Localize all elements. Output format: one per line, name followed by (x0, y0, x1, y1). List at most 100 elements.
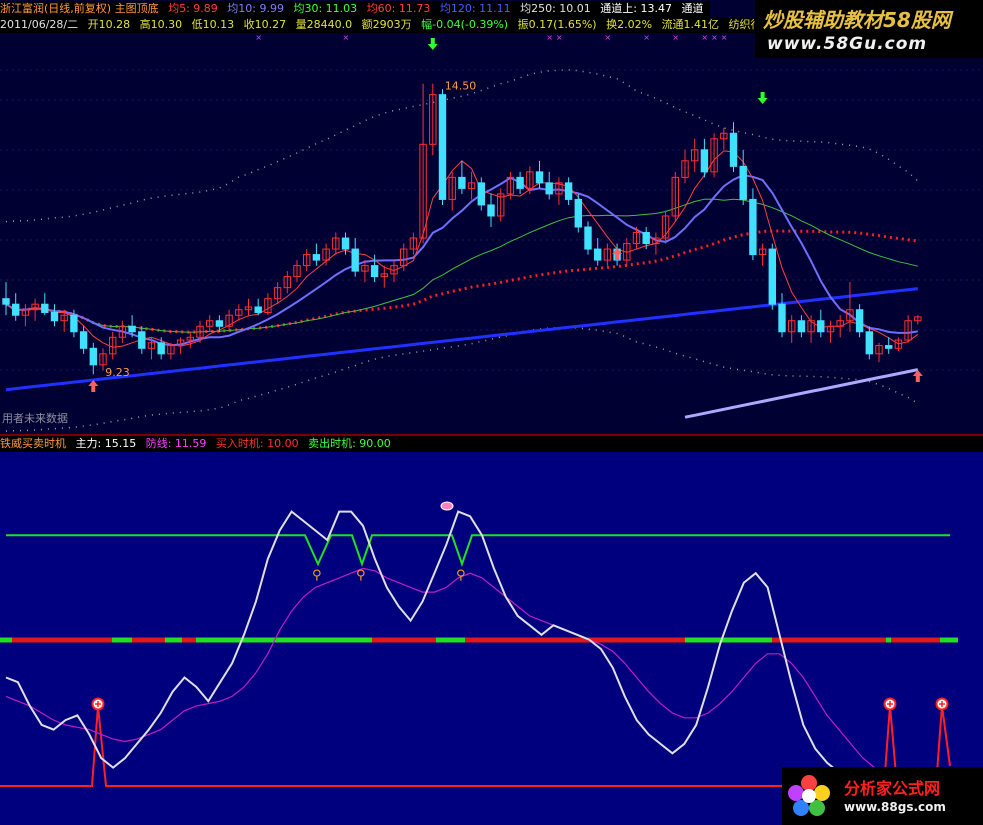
candle (206, 315, 214, 332)
running-figure-icon: ⚲ (456, 568, 466, 583)
indicator-name: 铁威买卖时机 (0, 437, 66, 450)
candle-body (12, 303, 20, 316)
signal-x-mark: × (711, 33, 718, 42)
candle (710, 133, 718, 178)
main-force-label: 主力: 15.15 (75, 437, 137, 450)
candle (778, 293, 786, 338)
signal-x-mark: × (343, 33, 350, 42)
candle (41, 293, 49, 316)
candle-body (50, 311, 59, 322)
candle-body (584, 226, 592, 250)
candle-body (312, 254, 321, 261)
candle (322, 243, 330, 266)
running-figure-icon: ⚲ (356, 568, 366, 583)
candle (2, 282, 10, 316)
ma250-label: 均250: 10.01 (520, 2, 591, 15)
buy-timing-label: 买入时机: 10.00 (215, 437, 299, 450)
candle-body (564, 182, 573, 200)
candle (458, 160, 466, 194)
candle (545, 171, 553, 200)
candle (31, 298, 39, 321)
running-figure-icon: ⚲ (312, 568, 322, 583)
candle-body (458, 176, 466, 189)
candle-body (370, 265, 379, 278)
candle (176, 337, 185, 354)
candle (768, 243, 776, 310)
candle (167, 342, 175, 360)
candle (826, 320, 835, 343)
channel-mid-label: 通道 (681, 2, 704, 15)
price-annotation: 14.50 (445, 80, 477, 93)
signal-x-mark: × (255, 33, 262, 42)
candlestick-chart: 14.509.23××××××××××× (0, 33, 983, 436)
candle (283, 271, 292, 294)
ma30-label: 均30: 11.03 (293, 2, 358, 15)
amount-value: 额2903万 (361, 18, 412, 31)
candle (564, 177, 573, 205)
candle (390, 260, 398, 283)
candle (914, 315, 922, 325)
main-chart-panel[interactable]: 14.509.23××××××××××× 用者未来数据 (0, 0, 983, 436)
candle (739, 149, 747, 205)
ma120-label: 均120: 11.11 (439, 2, 511, 15)
candle-body (70, 314, 78, 333)
candle-body (817, 320, 825, 333)
candle (729, 122, 738, 172)
candle-body (341, 237, 350, 250)
candle-body (516, 176, 524, 189)
candle-body (797, 320, 806, 333)
indicator-legend-bar: 铁威买卖时机 主力: 15.15 防线: 11.59 买入时机: 10.00 卖… (0, 436, 983, 452)
sell-arrow-icon (757, 92, 768, 104)
candle (691, 138, 699, 172)
turnover-value: 换2.02% (606, 18, 653, 31)
candle (12, 293, 20, 321)
candle-body (778, 303, 786, 333)
candle (487, 193, 495, 227)
float-cap-value: 流通1.41亿 (661, 18, 720, 31)
defense-label: 防线: 11.59 (145, 437, 207, 450)
candle (312, 243, 321, 266)
candle-body (128, 325, 136, 333)
candle (380, 265, 389, 288)
candle-body (729, 132, 738, 167)
sell-timing-label: 卖出时机: 90.00 (308, 437, 391, 450)
candle (467, 171, 476, 200)
candle-body (2, 298, 10, 305)
ma60-label: 均60: 11.73 (366, 2, 431, 15)
candle-body (594, 248, 602, 261)
amplitude-value: 振0.17(1.65%) (517, 18, 597, 31)
sell-timing-line (6, 534, 950, 568)
low-price: 低10.13 (191, 18, 235, 31)
candle-body (254, 306, 262, 313)
candle-body (865, 331, 873, 355)
candle (749, 188, 757, 261)
close-price: 收10.27 (243, 18, 287, 31)
candle-body (700, 149, 709, 173)
watermark-88gs-url: www.88gs.com (844, 800, 946, 814)
sell-signal-icon (440, 501, 454, 511)
candle-body (438, 94, 447, 200)
no-future-data-label: 用者未来数据 (2, 412, 68, 425)
channel-upper-line (5, 69, 919, 223)
candle-body (545, 182, 553, 195)
candle (254, 298, 262, 316)
candle (21, 304, 30, 327)
candle-body (768, 248, 776, 305)
candle (681, 149, 689, 183)
candle (225, 309, 233, 332)
candle-body (138, 331, 146, 349)
candle-body (477, 182, 486, 206)
candle (584, 221, 592, 255)
high-price: 高10.30 (139, 18, 183, 31)
ma-legend-bar: 浙江富润(日线,前复权) 主图顶底 均5: 9.89 均10: 9.99 均30… (0, 1, 710, 17)
candle (497, 188, 505, 222)
ma10-label: 均10: 9.99 (227, 2, 284, 15)
signal-x-mark: × (701, 33, 708, 42)
candle (555, 177, 563, 205)
candle (661, 210, 670, 244)
candle (700, 138, 709, 178)
candle-body (351, 248, 359, 272)
candle (671, 171, 679, 222)
candle (332, 232, 340, 255)
signal-x-mark: × (556, 33, 563, 42)
